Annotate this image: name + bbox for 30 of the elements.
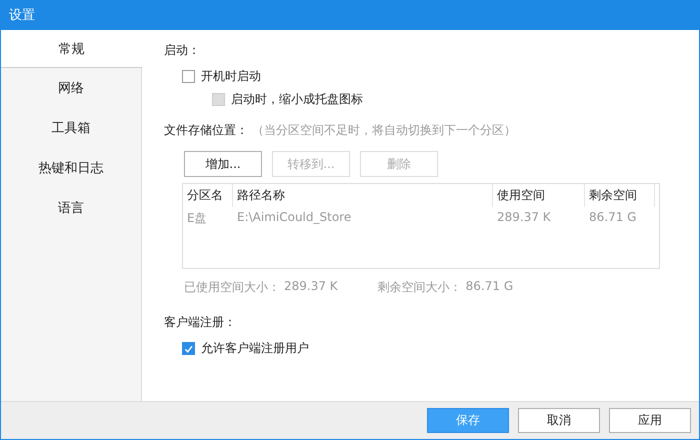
table-cell-text: 289.37 K — [496, 209, 552, 226]
checkbox-label: 开机时启动 — [201, 68, 261, 85]
checkbox-label: 允许客户端注册用户 — [201, 340, 309, 357]
free-space-value: 86.71 G — [466, 279, 514, 295]
used-space-value: 289.37 K — [284, 279, 338, 295]
column-header: 使用空间 — [493, 184, 585, 207]
checkbox-label: 启动时，缩小成托盘图标 — [231, 91, 363, 108]
checkbox[interactable] — [182, 342, 195, 355]
table-cell-text: 86.71 G — [588, 209, 638, 226]
table-cell-text: E盘 — [186, 210, 208, 227]
dialog-button[interactable]: 取消 — [518, 408, 600, 433]
section-heading: 启动： — [164, 42, 201, 59]
dialog-button[interactable]: 应用 — [609, 408, 691, 433]
action-button[interactable]: 增加... — [184, 151, 262, 177]
table-cell-text: E:\AimiCould_Store — [236, 209, 352, 226]
section-heading: 文件存储位置： — [164, 122, 248, 139]
column-header: 分区名 — [183, 184, 233, 207]
sidebar-item[interactable]: 语言 — [1, 188, 141, 228]
section-heading: 客户端注册： — [164, 314, 237, 331]
used-space-label: 已使用空间大小： — [184, 279, 280, 296]
column-header: 剩余空间 — [585, 184, 655, 207]
hint-text: （当分区空间不足时，将自动切换到下一个分区） — [252, 122, 516, 139]
free-space-label: 剩余空间大小： — [378, 279, 462, 296]
checkbox[interactable] — [182, 70, 195, 83]
sidebar-item[interactable]: 热键和日志 — [1, 148, 141, 188]
window-title: 设置 — [9, 7, 35, 24]
sidebar-item[interactable]: 网络 — [1, 68, 141, 108]
sidebar-item[interactable]: 常规 — [1, 30, 142, 68]
column-header: 路径名称 — [233, 184, 493, 207]
sidebar-item[interactable]: 工具箱 — [1, 108, 141, 148]
